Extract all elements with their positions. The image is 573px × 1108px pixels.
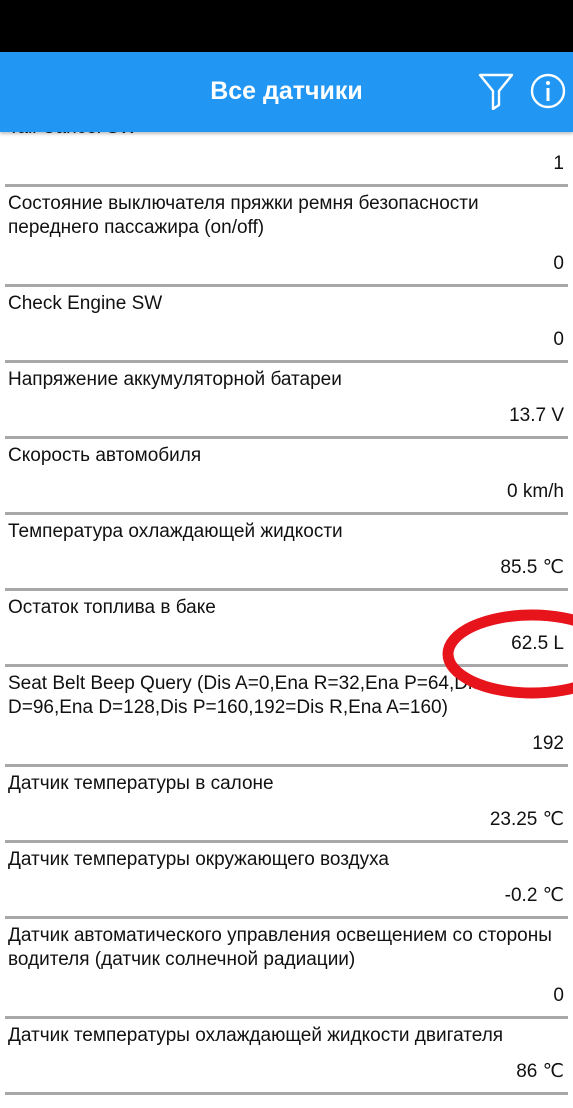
sensor-row-seat-belt-beep[interactable]: Seat Belt Beep Query (Dis A=0,Ena R=32,E… xyxy=(5,667,568,767)
app-bar: Все датчики xyxy=(0,52,573,132)
sensor-name: Датчик автоматического управления освеще… xyxy=(8,925,552,970)
sensor-value: 62.5 L xyxy=(511,633,564,654)
sensor-name: Tail Cancel SW xyxy=(8,132,568,140)
sensor-value: 13.7 V xyxy=(509,405,564,426)
sensor-name: Датчик температуры охлаждающей жидкости … xyxy=(8,1025,504,1046)
sensor-row-vehicle-speed[interactable]: Скорость автомобиля 0 km/h xyxy=(5,439,568,515)
sensor-name: Остаток топлива в баке xyxy=(8,597,216,618)
sensor-value: 192 xyxy=(532,733,564,754)
info-icon xyxy=(530,73,566,109)
sensor-name: Датчик температуры окружающего воздуха xyxy=(8,849,390,870)
status-bar xyxy=(0,0,573,52)
sensor-row-fuel-level[interactable]: Остаток топлива в баке 62.5 L xyxy=(5,591,568,667)
sensor-value: 0 xyxy=(553,253,564,274)
sensor-name: Состояние выключателя пряжки ремня безоп… xyxy=(8,193,479,238)
sensor-row-cabin-temp[interactable]: Датчик температуры в салоне 23.25 ℃ xyxy=(5,767,568,843)
sensor-name: Скорость автомобиля xyxy=(8,445,202,466)
sensor-row-check-engine[interactable]: Check Engine SW 0 xyxy=(5,287,568,363)
sensor-value: 1 xyxy=(553,153,564,174)
sensor-value: -0.2 ℃ xyxy=(504,885,564,906)
sensor-row-passenger-belt[interactable]: Состояние выключателя пряжки ремня безоп… xyxy=(5,187,568,287)
filter-button[interactable] xyxy=(478,72,514,111)
sensor-value: 85.5 ℃ xyxy=(500,557,564,578)
sensor-name: Датчик температуры в салоне xyxy=(8,773,274,794)
sensor-value: 0 xyxy=(553,329,564,350)
filter-funnel-icon xyxy=(478,73,514,111)
sensor-row-ambient-temp[interactable]: Датчик температуры окружающего воздуха -… xyxy=(5,843,568,919)
sensor-value: 86 ℃ xyxy=(516,1061,564,1082)
sensor-value: 0 xyxy=(553,985,564,1006)
sensor-name: Температура охлаждающей жидкости xyxy=(8,521,343,542)
sensor-value: 23.25 ℃ xyxy=(489,809,564,830)
sensor-row-engine-coolant-temp[interactable]: Датчик температуры охлаждающей жидкости … xyxy=(5,1019,568,1095)
sensor-row-battery-voltage[interactable]: Напряжение аккумуляторной батареи 13.7 V xyxy=(5,363,568,439)
sensor-name: Seat Belt Beep Query (Dis A=0,Ena R=32,E… xyxy=(8,673,482,718)
sensor-row-coolant-temp[interactable]: Температура охлаждающей жидкости 85.5 ℃ xyxy=(5,515,568,591)
sensor-row-solar-sensor[interactable]: Датчик автоматического управления освеще… xyxy=(5,919,568,1019)
sensor-list[interactable]: Tail Cancel SW 1 Состояние выключателя п… xyxy=(0,132,573,1108)
sensor-name: Напряжение аккумуляторной батареи xyxy=(8,369,342,390)
sensor-row-tail-cancel[interactable]: Tail Cancel SW 1 xyxy=(5,132,568,187)
sensor-value: 0 km/h xyxy=(506,481,564,502)
info-button[interactable] xyxy=(530,73,566,109)
sensor-name: Check Engine SW xyxy=(8,293,163,314)
